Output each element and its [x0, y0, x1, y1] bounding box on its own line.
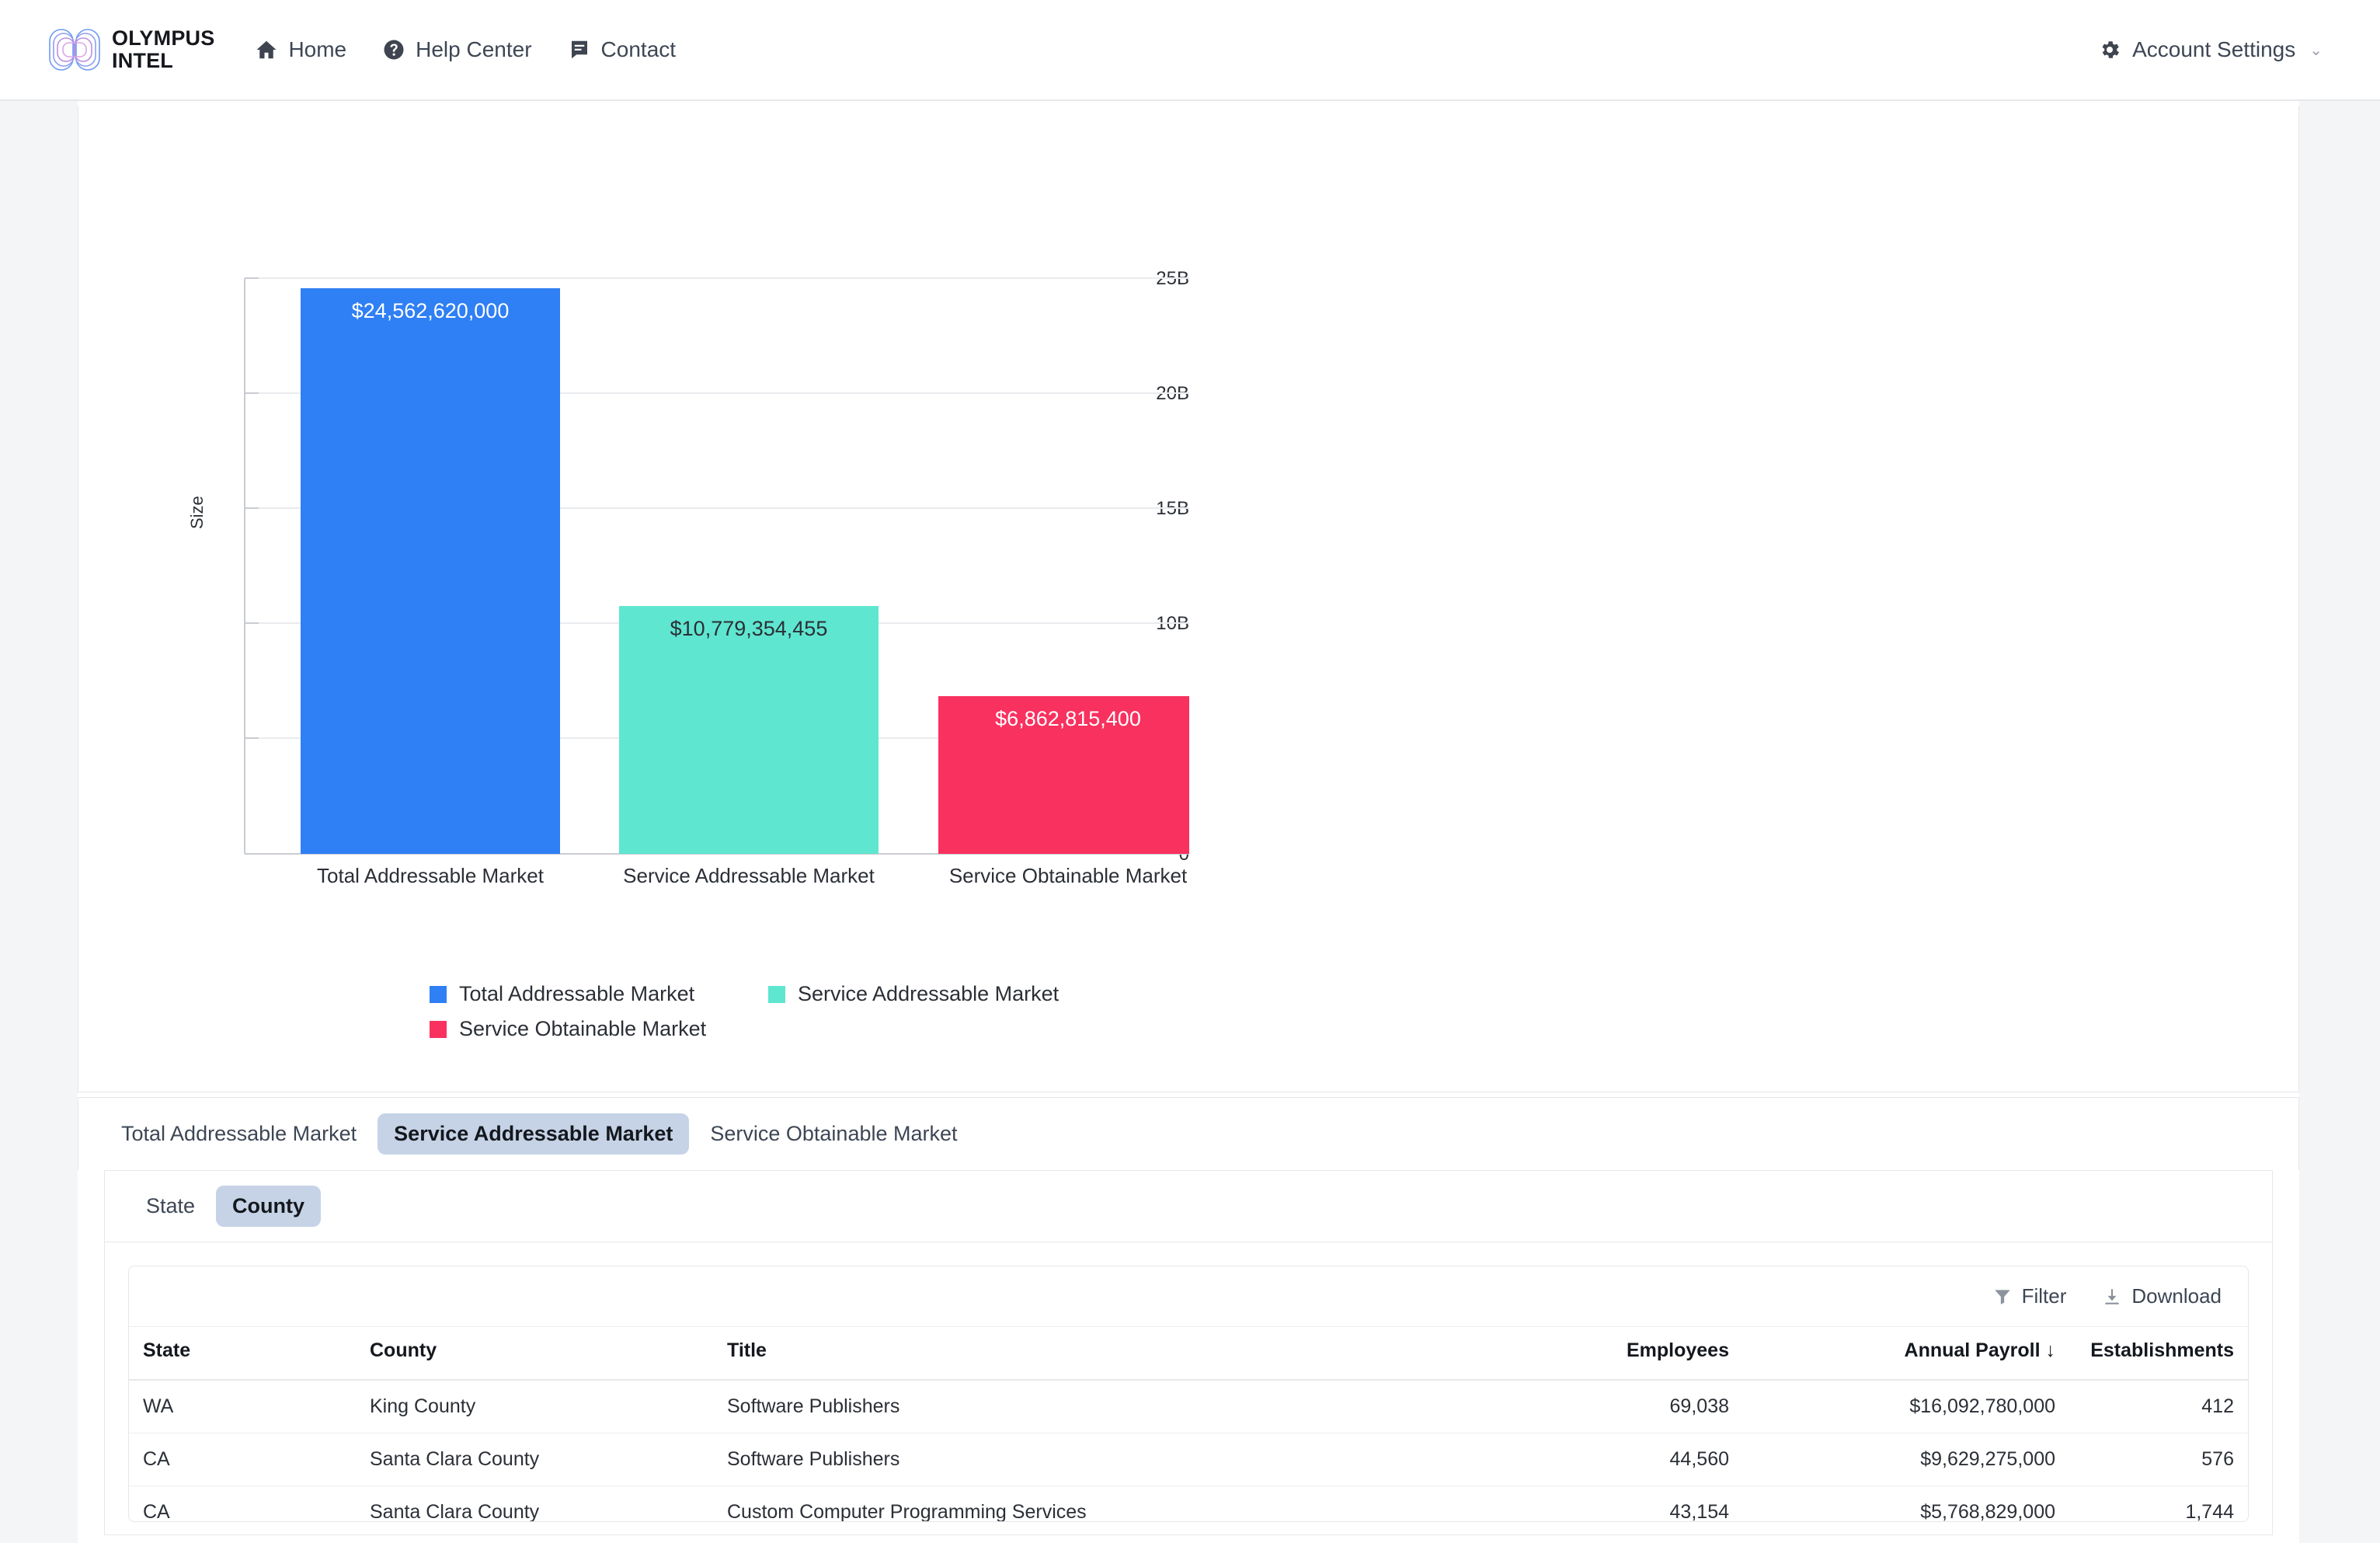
account-settings-menu[interactable]: Account Settings ⌄: [2098, 37, 2323, 62]
brand-logo[interactable]: OLYMPUS INTEL: [48, 26, 215, 72]
geography-panel: State County Filter Download State Count…: [104, 1170, 2273, 1535]
cell-title: Software Publishers: [727, 1380, 1426, 1433]
top-navigation-bar: OLYMPUS INTEL Home Help Center Contact A…: [0, 0, 2380, 101]
brand-name: OLYMPUS INTEL: [112, 26, 215, 72]
download-button[interactable]: Download: [2102, 1284, 2222, 1308]
legend-item-label: Total Addressable Market: [459, 982, 695, 1005]
bar-value-label: $10,779,354,455: [670, 617, 828, 640]
tab-state[interactable]: State: [130, 1186, 211, 1227]
cell-county: Santa Clara County: [370, 1433, 727, 1486]
olympus-intel-logo-icon: [49, 29, 100, 71]
x-tick-label: Service Obtainable Market: [948, 864, 1188, 887]
bar-chart-legend: Total Addressable Market Service Address…: [430, 982, 1129, 1041]
bar-service-addressable-market[interactable]: [619, 606, 879, 854]
tab-county[interactable]: County: [216, 1186, 322, 1227]
geography-tab-bar: State County: [105, 1171, 2272, 1242]
cell-establishments: 576: [2055, 1433, 2248, 1486]
column-header-state[interactable]: State: [129, 1327, 370, 1381]
cell-county: King County: [370, 1380, 727, 1433]
cell-establishments: 1,744: [2055, 1486, 2248, 1521]
market-size-nested-circles-chart: Total Addressable Market: $24,562,620,00…: [1189, 106, 2300, 1092]
market-size-bar-chart: Size 25B 20B 15B 10B 5B 0: [78, 106, 1189, 1092]
column-header-county[interactable]: County: [370, 1327, 727, 1381]
help-circle-icon: [384, 40, 404, 60]
bar-value-label: $24,562,620,000: [351, 299, 510, 322]
download-button-label: Download: [2131, 1284, 2222, 1308]
bar-value-label: $6,862,815,400: [995, 707, 1141, 730]
table-row[interactable]: CA Santa Clara County Custom Computer Pr…: [129, 1486, 2248, 1521]
county-data-table: State County Title Employees Annual Payr…: [129, 1327, 2248, 1521]
column-header-employees[interactable]: Employees: [1426, 1327, 1729, 1381]
cell-employees: 43,154: [1426, 1486, 1729, 1521]
funnel-icon: [1994, 1289, 2010, 1304]
home-icon: [256, 40, 277, 59]
cell-employees: 69,038: [1426, 1380, 1729, 1433]
nav-item-help-center-label: Help Center: [416, 37, 532, 61]
legend-item[interactable]: Service Obtainable Market: [430, 1017, 768, 1041]
cell-employees: 44,560: [1426, 1433, 1729, 1486]
x-tick-label: Total Addressable Market: [317, 864, 544, 887]
primary-nav: Home Help Center Contact: [255, 37, 676, 62]
account-settings-label: Account Settings: [2132, 37, 2296, 61]
legend-swatch-icon: [430, 1020, 447, 1038]
cell-annual-payroll: $5,768,829,000: [1729, 1486, 2055, 1521]
filter-button[interactable]: Filter: [1992, 1284, 2067, 1308]
market-tab-bar: Total Addressable Market Service Address…: [78, 1097, 2299, 1170]
cell-state: CA: [129, 1486, 370, 1521]
page-body: Size 25B 20B 15B 10B 5B 0: [0, 101, 2380, 1543]
table-row[interactable]: CA Santa Clara County Software Publisher…: [129, 1433, 2248, 1486]
nav-item-contact-label: Contact: [600, 37, 677, 61]
nav-item-home[interactable]: Home: [255, 37, 346, 62]
gear-icon: [2102, 41, 2120, 58]
bar-chart-canvas: [244, 277, 1189, 855]
cell-state: WA: [129, 1380, 370, 1433]
charts-panel: Size 25B 20B 15B 10B 5B 0: [78, 106, 2299, 1092]
brand-name-line1: OLYMPUS: [112, 26, 215, 50]
legend-swatch-icon: [430, 985, 447, 1003]
table-row[interactable]: WA King County Software Publishers 69,03…: [129, 1380, 2248, 1433]
cell-title: Custom Computer Programming Services: [727, 1486, 1426, 1521]
nav-item-home-label: Home: [288, 37, 347, 61]
column-header-establishments[interactable]: Establishments: [2055, 1327, 2248, 1381]
x-tick-label: Service Addressable Market: [623, 864, 875, 887]
tab-service-addressable-market[interactable]: Service Addressable Market: [378, 1113, 690, 1155]
cell-establishments: 412: [2055, 1380, 2248, 1433]
tab-service-obtainable-market[interactable]: Service Obtainable Market: [694, 1113, 973, 1155]
data-table-card: Filter Download State County Title Emplo…: [128, 1266, 2249, 1522]
table-toolbar: Filter Download: [129, 1266, 2248, 1327]
cell-state: CA: [129, 1433, 370, 1486]
legend-swatch-icon: [768, 985, 785, 1003]
legend-item[interactable]: Total Addressable Market: [430, 982, 768, 1006]
filter-button-label: Filter: [2021, 1284, 2067, 1308]
cell-annual-payroll: $16,092,780,000: [1729, 1380, 2055, 1433]
tab-total-addressable-market[interactable]: Total Addressable Market: [105, 1113, 373, 1155]
download-icon: [2105, 1288, 2120, 1304]
cell-title: Software Publishers: [727, 1433, 1426, 1486]
column-header-annual-payroll[interactable]: Annual Payroll ↓: [1729, 1327, 2055, 1381]
main-content-card: Size 25B 20B 15B 10B 5B 0: [78, 101, 2299, 1543]
table-header-row: State County Title Employees Annual Payr…: [129, 1327, 2248, 1381]
column-header-title[interactable]: Title: [727, 1327, 1426, 1381]
legend-item[interactable]: Service Addressable Market: [768, 982, 1107, 1006]
legend-item-label: Service Obtainable Market: [459, 1017, 707, 1040]
brand-name-line2: INTEL: [112, 49, 173, 72]
cell-annual-payroll: $9,629,275,000: [1729, 1433, 2055, 1486]
bar-total-addressable-market[interactable]: [301, 288, 560, 854]
message-icon: [571, 40, 587, 59]
nav-item-contact[interactable]: Contact: [568, 37, 677, 62]
nav-item-help-center[interactable]: Help Center: [382, 37, 532, 62]
cell-county: Santa Clara County: [370, 1486, 727, 1521]
chevron-down-icon: ⌄: [2309, 41, 2323, 59]
legend-item-label: Service Addressable Market: [798, 982, 1060, 1005]
